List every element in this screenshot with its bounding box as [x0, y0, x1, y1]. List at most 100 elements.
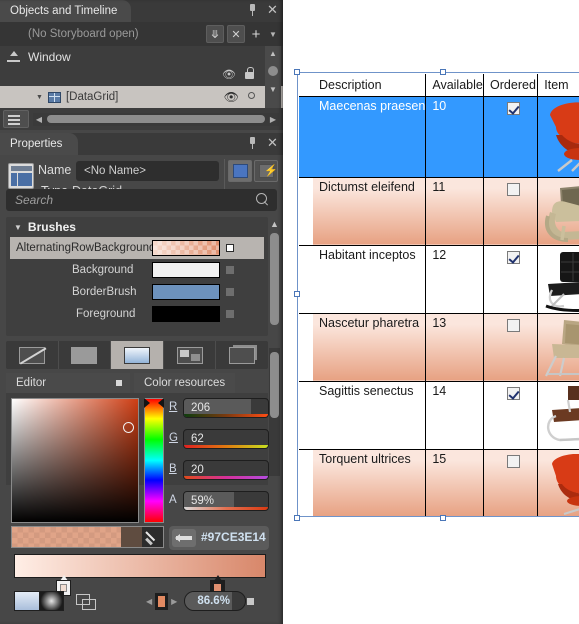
row-header-cell[interactable]	[299, 97, 313, 178]
cell-item[interactable]	[537, 381, 579, 450]
channel-r-input[interactable]: 206	[183, 398, 269, 418]
scrollbar-thumb[interactable]	[270, 233, 279, 325]
cell-ordered[interactable]	[483, 177, 539, 246]
cell-available[interactable]: 13	[425, 313, 485, 382]
brush-swatch[interactable]	[152, 306, 220, 322]
radial-gradient-icon[interactable]	[39, 592, 63, 610]
cell-ordered[interactable]	[483, 96, 539, 178]
datagrid-design-surface[interactable]: Description Available Ordered Item Maece…	[294, 69, 579, 521]
cell-available[interactable]: 12	[425, 245, 485, 314]
gradient-stop-bar[interactable]	[14, 554, 266, 578]
pin-icon[interactable]	[246, 136, 259, 150]
channel-b-input[interactable]: 20	[183, 460, 269, 480]
checkbox-checked[interactable]	[507, 101, 521, 115]
brush-row-alternatingrowbackground[interactable]: AlternatingRowBackground	[10, 237, 264, 259]
tab-objects-and-timeline[interactable]: Objects and Timeline	[0, 0, 132, 22]
cell-available[interactable]: 11	[425, 177, 485, 246]
row-header-cell[interactable]	[299, 450, 313, 516]
channel-g-input[interactable]: 62	[183, 429, 269, 449]
channel-r-label[interactable]: R	[169, 401, 177, 413]
table-row[interactable]: Nascetur pharetra 13	[313, 313, 579, 382]
channel-a-input[interactable]: 59%	[183, 491, 269, 511]
lock-icon[interactable]	[244, 67, 255, 79]
arrow-right-icon[interactable]: ▶	[171, 597, 177, 606]
search-input[interactable]: Search	[6, 189, 277, 211]
row-header-cell[interactable]	[299, 246, 313, 314]
eyedropper-icon[interactable]	[142, 527, 163, 547]
pin-icon[interactable]	[246, 3, 259, 17]
cell-item[interactable]	[537, 177, 579, 246]
brush-swatch[interactable]	[152, 240, 220, 256]
cell-description[interactable]: Sagittis senectus	[313, 381, 427, 450]
tree-item-datagrid[interactable]: ▼ [DataGrid] 👁	[0, 86, 283, 108]
selection-handle-top-center[interactable]	[440, 69, 446, 75]
column-header-description[interactable]: Description	[313, 74, 427, 97]
checkbox-checked[interactable]	[507, 386, 521, 400]
column-header-available[interactable]: Available	[425, 74, 485, 97]
square-icon[interactable]	[116, 380, 122, 386]
checkbox-checked[interactable]	[507, 250, 521, 264]
cell-item[interactable]	[537, 313, 579, 382]
layers-icon[interactable]	[3, 110, 29, 128]
cell-description[interactable]: Dictumst eleifend	[313, 177, 427, 246]
close-icon[interactable]: ✕	[266, 136, 279, 150]
gradient-stop-icon[interactable]	[155, 592, 169, 610]
advanced-options-icon[interactable]	[226, 310, 234, 318]
advanced-options-icon[interactable]	[247, 598, 254, 605]
arrow-left-icon[interactable]: ◀	[33, 115, 45, 124]
triangle-down-icon[interactable]: ▼	[36, 94, 43, 101]
plus-icon[interactable]: +	[248, 25, 264, 43]
checkbox-unchecked[interactable]	[507, 454, 521, 468]
name-input[interactable]: <No Name>	[76, 161, 219, 181]
tile-brush-button[interactable]	[164, 341, 217, 369]
color-picker-cursor[interactable]	[123, 422, 134, 433]
brush-resources-button[interactable]	[216, 341, 268, 369]
selection-handle-top-left[interactable]	[294, 69, 300, 75]
brush-swatch[interactable]	[152, 284, 220, 300]
tab-editor[interactable]: Editor	[6, 373, 130, 393]
brush-row-borderbrush[interactable]: BorderBrush	[10, 281, 264, 303]
cell-available[interactable]: 15	[425, 449, 485, 516]
hue-slider[interactable]	[144, 398, 164, 523]
eye-icon[interactable]: 👁	[222, 68, 236, 81]
tree-root-window[interactable]: Window	[0, 46, 283, 68]
previous-color-swatch[interactable]	[120, 527, 143, 547]
checkbox-unchecked[interactable]	[507, 318, 521, 332]
gradient-offset-input[interactable]: 86.6%	[184, 591, 247, 611]
hex-color-value[interactable]: #97CE3E14	[201, 530, 266, 544]
swap-colors-icon[interactable]	[172, 529, 196, 547]
cell-description[interactable]: Nascetur pharetra	[313, 313, 427, 382]
cell-ordered[interactable]	[483, 313, 539, 382]
channel-b-label[interactable]: B	[169, 463, 177, 475]
tab-color-resources[interactable]: Color resources	[134, 373, 236, 393]
no-brush-button[interactable]	[6, 341, 59, 369]
column-header-item[interactable]: Item	[537, 74, 579, 97]
close-storyboard-icon[interactable]: ✕	[227, 25, 245, 43]
properties-scrollbar[interactable]: ▲	[269, 219, 280, 339]
current-color-swatch[interactable]	[12, 527, 121, 547]
arrow-right-icon[interactable]: ▶	[267, 115, 279, 124]
cell-description[interactable]: Habitant inceptos	[313, 245, 427, 314]
arrow-up-icon[interactable]: ▲	[269, 219, 280, 229]
table-row[interactable]: Habitant inceptos 12	[313, 245, 579, 508]
triangle-down-icon[interactable]: ▼	[14, 223, 22, 232]
selection-handle-bottom-left[interactable]	[294, 515, 300, 521]
row-header-cell[interactable]	[299, 382, 313, 450]
brush-swatch[interactable]	[152, 262, 220, 278]
saturation-value-picker[interactable]	[11, 398, 139, 523]
brushes-section-header[interactable]: ▼ Brushes	[6, 217, 268, 237]
channel-a-label[interactable]: A	[169, 494, 177, 506]
unlock-circle-icon[interactable]	[248, 92, 255, 99]
cell-description[interactable]: Maecenas praesen	[313, 96, 427, 178]
row-header-cell[interactable]	[299, 314, 313, 382]
channel-g-label[interactable]: G	[169, 432, 178, 444]
arrow-down-icon[interactable]: ▼	[265, 82, 281, 96]
tree-vertical-scrollbar[interactable]: ▲ ▼	[265, 46, 281, 108]
row-header-cell[interactable]	[299, 178, 313, 246]
scrollbar-thumb[interactable]	[268, 66, 278, 76]
checkbox-unchecked[interactable]	[507, 182, 521, 196]
cell-ordered[interactable]	[483, 449, 539, 516]
table-row[interactable]: Maecenas praesen 10	[313, 96, 579, 178]
cell-item[interactable]	[537, 449, 579, 516]
table-row[interactable]: Sagittis senectus 14	[313, 381, 579, 450]
